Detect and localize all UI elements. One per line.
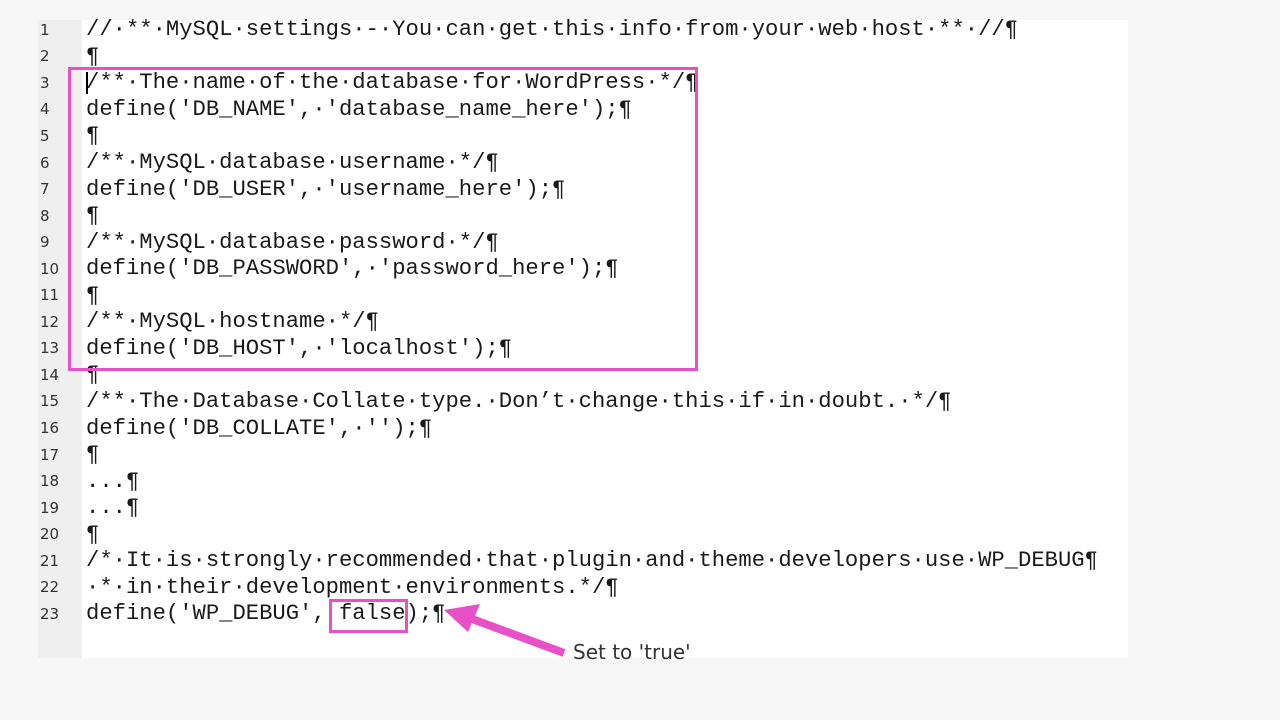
line-number: 2 — [40, 47, 50, 66]
code-line[interactable]: 22 ·*·in·their·development·environments.*… — [38, 574, 1128, 601]
code-text[interactable]: ¶ — [86, 522, 99, 547]
line-number: 1 — [40, 20, 50, 39]
database-settings-highlight — [68, 67, 698, 371]
arrow-shaft — [462, 612, 566, 657]
code-line[interactable]: 16 define('DB_COLLATE',·'');¶ — [38, 415, 1128, 442]
code-line[interactable]: 23 define('WP_DEBUG', false);¶ — [38, 601, 1128, 628]
line-number: 15 — [40, 392, 60, 411]
code-line[interactable]: 2 ¶ — [38, 43, 1128, 70]
code-text[interactable]: //·**·MySQL·settings·-·You·can·get·this·… — [86, 17, 1018, 42]
line-number: 21 — [40, 551, 60, 570]
wp-debug-value-highlight — [329, 599, 408, 633]
line-number: 18 — [40, 472, 60, 491]
code-line[interactable]: 15 /**·The·Database·Collate·type.·Don’t·c… — [38, 388, 1128, 415]
code-text[interactable]: ¶ — [86, 442, 99, 467]
line-number: 16 — [40, 419, 60, 438]
line-number: 19 — [40, 498, 60, 517]
code-line[interactable]: 18 ...¶ — [38, 468, 1128, 495]
line-number: 20 — [40, 525, 60, 544]
line-number: 17 — [40, 445, 60, 464]
line-number: 23 — [40, 604, 60, 623]
code-line[interactable]: 1 //·**·MySQL·settings·-·You·can·get·this… — [38, 17, 1128, 44]
code-text[interactable]: ...¶ — [86, 495, 139, 520]
line-number: 22 — [40, 578, 60, 597]
code-text[interactable]: ¶ — [86, 44, 99, 69]
arrow-icon — [444, 604, 566, 657]
code-text[interactable]: /**·The·Database·Collate·type.·Don’t·cha… — [86, 389, 951, 414]
code-line[interactable]: 19 ...¶ — [38, 494, 1128, 521]
code-line[interactable]: 20 ¶ — [38, 521, 1128, 548]
code-text[interactable]: define('DB_COLLATE',·'');¶ — [86, 416, 432, 441]
code-text[interactable]: ·*·in·their·development·environments.*/¶ — [86, 575, 619, 600]
callout-text: Set to 'true' — [573, 640, 691, 664]
code-text[interactable]: ...¶ — [86, 469, 139, 494]
code-line[interactable]: 21 /*·It·is·strongly·recommended·that·plu… — [38, 548, 1128, 575]
code-text[interactable]: /*·It·is·strongly·recommended·that·plugi… — [86, 548, 1098, 573]
code-line[interactable]: 17 ¶ — [38, 441, 1128, 468]
